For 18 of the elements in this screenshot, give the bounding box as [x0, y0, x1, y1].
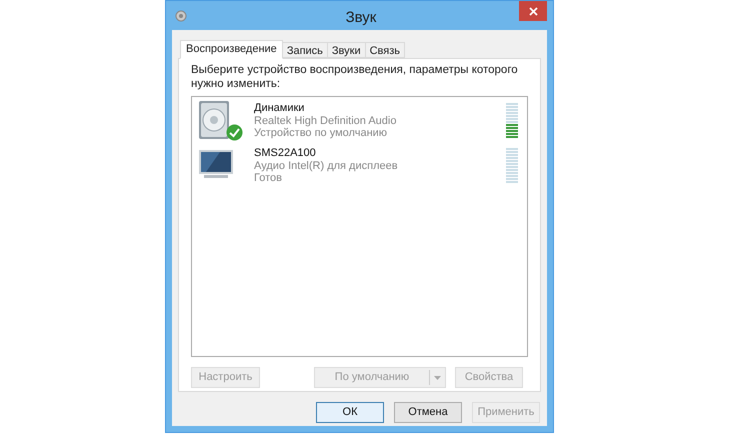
tab[interactable]: Воспроизведение: [180, 40, 283, 59]
level-meter: [506, 148, 518, 183]
button[interactable]: ОК: [316, 402, 384, 423]
device-name: SMS22A100: [254, 147, 317, 160]
device-name: Динамики: [254, 102, 306, 114]
close-icon: [528, 6, 538, 16]
device-status: Готов: [254, 172, 283, 184]
button[interactable]: Отмена: [394, 402, 462, 423]
window-title: Звук: [344, 8, 378, 28]
instruction-text: Выберите устройство воспроизведения, параметры которого нужно изменить:: [191, 63, 519, 91]
dropdown-arrow-icon: [434, 376, 441, 380]
device-status: Устройство по умолчанию: [254, 127, 388, 140]
device-driver: Аудио Intel(R) для дисплеев: [254, 160, 399, 172]
device-driver: Realtek High Definition Audio: [254, 114, 398, 127]
tab[interactable]: Связь: [366, 42, 406, 58]
tab[interactable]: Запись: [282, 42, 328, 58]
close-button[interactable]: [519, 1, 547, 21]
tab[interactable]: Звуки: [328, 42, 366, 58]
